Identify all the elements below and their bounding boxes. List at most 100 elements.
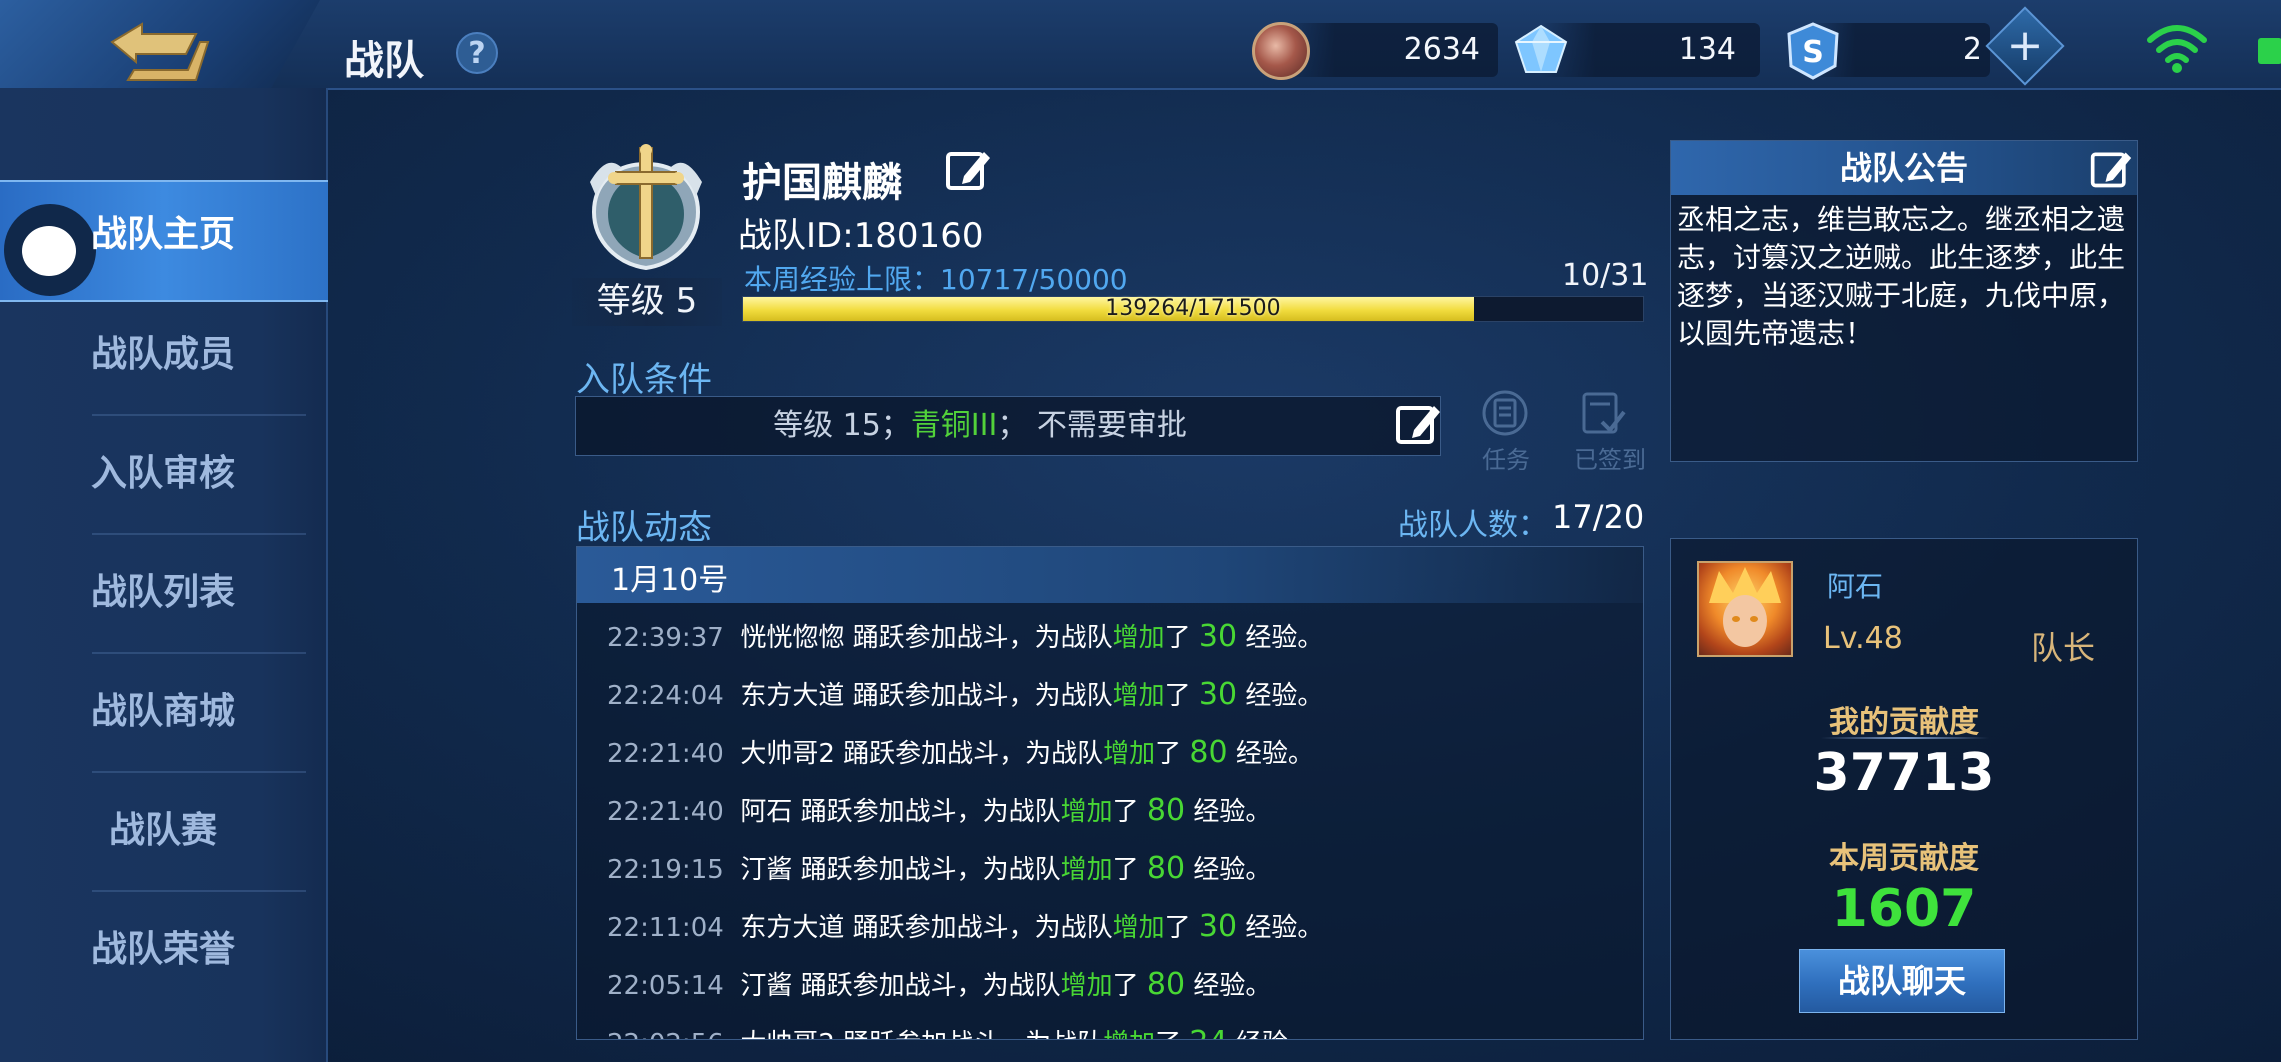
- activity-log-panel[interactable]: 1月10号 22:39:37 恍恍惚惚 踊跃参加战斗，为战队增加了 30 经验。…: [576, 546, 1644, 1040]
- member-count-label: 战队人数：: [1398, 508, 1548, 543]
- weekly-exp-limit: 本周经验上限：10717/50000: [744, 263, 1128, 296]
- log-time: 22:21:40: [607, 797, 724, 827]
- announcement-title: 战队公告: [1839, 149, 1968, 187]
- log-verb: 增加: [1103, 739, 1156, 769]
- sidebar-divider: [92, 652, 306, 654]
- join-level: 等级 15；: [773, 408, 911, 443]
- log-text: 阿石 踊跃参加战斗，为战队: [740, 797, 1061, 827]
- avatar[interactable]: [1697, 561, 1793, 657]
- log-tail: 经验。: [1193, 971, 1272, 1001]
- team-level-badge: 等级 5: [572, 278, 722, 326]
- activity-log-row: 22:24:04 东方大道 踊跃参加战斗，为战队增加了 30 经验。: [607, 675, 1323, 733]
- log-verb: 增加: [1103, 1029, 1155, 1039]
- wifi-icon: [2147, 25, 2207, 73]
- log-text: 恍恍惚惚 踊跃参加战斗，为战队: [740, 623, 1113, 653]
- sidebar-divider: [92, 771, 306, 773]
- diamond-value: 134: [1678, 32, 1736, 67]
- team-id: 战队ID:180160: [738, 216, 984, 256]
- gold-coin-icon: [1252, 22, 1310, 80]
- sidebar-item-label: 战队商城: [90, 691, 235, 732]
- activity-log-row: 22:21:40 大帅哥2 踊跃参加战斗，为战队增加了 80 经验。: [607, 733, 1314, 791]
- sidebar-item-label: 战队成员: [90, 334, 235, 375]
- log-mid: 了: [1155, 1029, 1181, 1039]
- log-tail: 经验。: [1193, 855, 1272, 885]
- sidebar-item-label: 战队列表: [90, 572, 235, 613]
- join-rank: 青铜III: [910, 408, 998, 443]
- sidebar-item-team-match[interactable]: 战队赛: [0, 776, 326, 886]
- log-text: 东方大道 踊跃参加战斗，为战队: [740, 913, 1113, 943]
- log-time: 22:05:14: [607, 971, 724, 1001]
- log-verb: 增加: [1112, 623, 1165, 653]
- battery-icon: [2258, 38, 2281, 64]
- log-tail: 经验。: [1245, 681, 1324, 711]
- player-name: 阿石: [1827, 570, 1884, 603]
- activity-log-row: 22:11:04 东方大道 踊跃参加战斗，为战队增加了 30 经验。: [607, 907, 1323, 965]
- sidebar-item-team-list[interactable]: 战队列表: [0, 538, 326, 648]
- sidebar-item-team-honor[interactable]: 战队荣誉: [0, 895, 326, 1005]
- log-exp-amount: 80: [1146, 793, 1186, 828]
- log-mid: 了: [1112, 971, 1139, 1001]
- member-count-value: 17/20: [1552, 498, 1645, 536]
- team-chat-button[interactable]: 战队聊天: [1799, 949, 2005, 1013]
- sidebar-item-team-shop[interactable]: 战队商城: [0, 657, 326, 767]
- diamond-icon: [1514, 24, 1568, 73]
- player-role: 队长: [2031, 629, 2096, 667]
- my-contribution-value: 37713: [1813, 743, 1995, 803]
- log-verb: 增加: [1112, 681, 1165, 711]
- team-rank-ratio: 10/31: [1562, 258, 1649, 293]
- log-mid: 了: [1155, 739, 1182, 769]
- gold-value: 2634: [1403, 32, 1480, 67]
- log-time: 22:21:40: [607, 739, 724, 769]
- activity-date-header: [577, 547, 1643, 603]
- my-contribution-label: 我的贡献度: [1829, 705, 1979, 740]
- page-title: 战队: [344, 38, 424, 84]
- divider: [1821, 737, 1989, 739]
- log-exp-amount: 80: [1146, 967, 1186, 1002]
- sidebar-item-team-home[interactable]: 战队主页: [0, 180, 326, 290]
- sidebar-item-label: 战队赛: [108, 810, 217, 851]
- sidebar-divider: [92, 533, 306, 535]
- log-exp-amount: 80: [1146, 851, 1186, 886]
- back-arrow-icon[interactable]: [108, 20, 212, 84]
- log-time: 22:02:56: [607, 1029, 724, 1039]
- signed-in-icon[interactable]: [1578, 388, 1628, 438]
- log-mid: 了: [1164, 681, 1191, 711]
- log-text: 大帅哥2 踊跃参加战斗，为战队: [740, 739, 1104, 769]
- weekly-contribution-value: 1607: [1831, 879, 1977, 939]
- log-mid: 了: [1164, 623, 1191, 653]
- edit-conditions-icon[interactable]: [1394, 400, 1442, 448]
- coupon-value: 2: [1962, 32, 1982, 67]
- log-tail: 经验。: [1193, 797, 1272, 827]
- log-verb: 增加: [1060, 971, 1113, 1001]
- player-level: Lv.48: [1823, 621, 1903, 656]
- log-exp-amount: 30: [1198, 677, 1238, 712]
- log-time: 22:11:04: [607, 913, 724, 943]
- log-verb: 增加: [1060, 797, 1113, 827]
- log-text: 东方大道 踊跃参加战斗，为战队: [740, 681, 1113, 711]
- edit-announcement-icon[interactable]: [2089, 147, 2133, 191]
- log-tail: 经验。: [1245, 913, 1324, 943]
- activity-log-row: 22:39:37 恍恍惚惚 踊跃参加战斗，为战队增加了 30 经验。: [607, 617, 1323, 675]
- edit-name-icon[interactable]: [944, 146, 992, 192]
- sidebar-item-join-review[interactable]: 入队审核: [0, 419, 326, 529]
- plus-icon: +: [2006, 20, 2044, 71]
- join-conditions-title: 入队条件: [576, 360, 712, 400]
- log-tail: 经验。: [1245, 623, 1324, 653]
- activity-log-row: 22:21:40 阿石 踊跃参加战斗，为战队增加了 80 经验。: [607, 791, 1271, 849]
- team-name: 护国麒麟: [742, 160, 902, 206]
- log-verb: 增加: [1112, 913, 1165, 943]
- log-exp-amount: 30: [1198, 619, 1238, 654]
- announcement-body: 丞相之志，维岂敢忘之。继丞相之遗志，讨篡汉之逆贼。此生逐梦，此生逐梦，当逐汉贼于…: [1677, 203, 2126, 350]
- sidebar-divider: [92, 890, 306, 892]
- log-mid: 了: [1112, 855, 1139, 885]
- activity-log-row: 22:05:14 汀酱 踊跃参加战斗，为战队增加了 80 经验。: [607, 965, 1271, 1023]
- log-text: 汀酱 踊跃参加战斗，为战队: [740, 971, 1061, 1001]
- activity-date: 1月10号: [611, 563, 729, 598]
- help-icon[interactable]: ?: [456, 32, 498, 74]
- log-tail: 经验。: [1236, 1029, 1314, 1039]
- activity-log-row: 22:19:15 汀酱 踊跃参加战斗，为战队增加了 80 经验。: [607, 849, 1271, 907]
- log-exp-amount: 80: [1189, 735, 1228, 770]
- task-icon[interactable]: [1480, 388, 1530, 438]
- sidebar-item-team-members[interactable]: 战队成员: [0, 300, 326, 410]
- sidebar-item-label: 入队审核: [90, 453, 235, 494]
